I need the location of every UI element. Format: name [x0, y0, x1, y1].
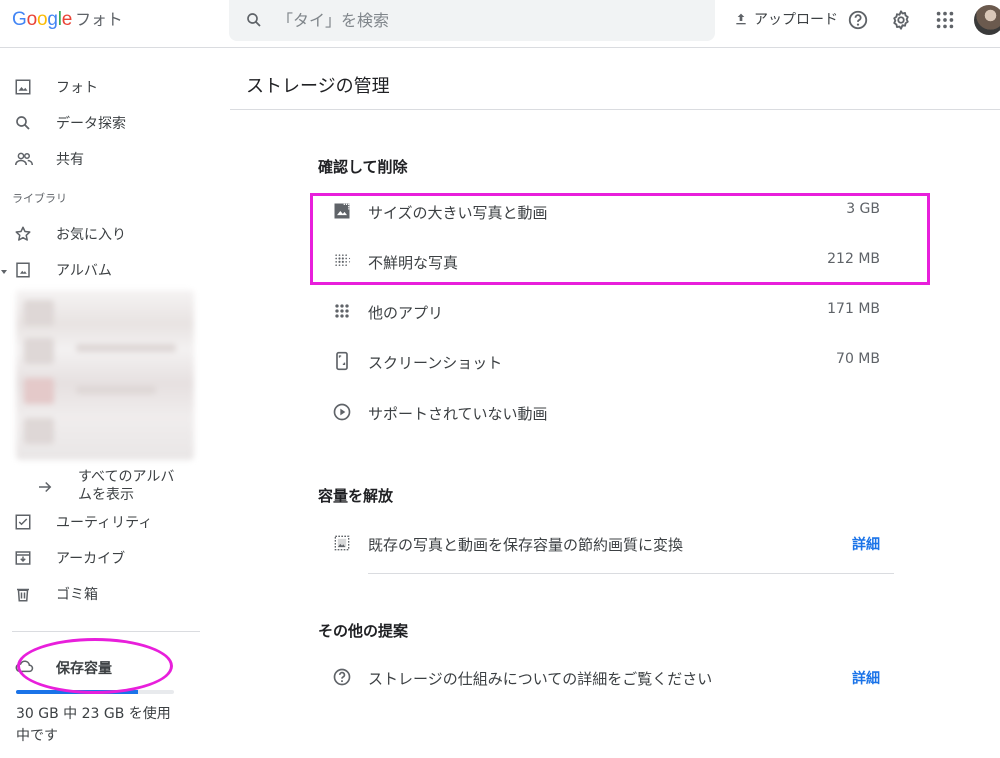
- title-divider: [230, 109, 1000, 110]
- sidebar-item-utilities[interactable]: ユーティリティ: [0, 507, 210, 537]
- sidebar-item-trash[interactable]: ゴミ箱: [0, 579, 210, 609]
- sidebar-item-label: ユーティリティ: [56, 515, 153, 531]
- upload-button[interactable]: アップロード: [733, 9, 838, 29]
- album-list-blurred[interactable]: [16, 290, 194, 460]
- page-title: ストレージの管理: [246, 76, 390, 97]
- apps-grid-icon: [332, 301, 352, 321]
- annotation-oval: [17, 638, 173, 694]
- search-box[interactable]: [229, 0, 715, 41]
- play-circle-icon: [332, 402, 352, 422]
- trash-icon: [14, 585, 32, 603]
- annotation-rectangle: [310, 193, 930, 285]
- review-section-heading: 確認して削除: [318, 158, 408, 176]
- row-label: サポートされていない動画: [368, 405, 548, 423]
- sidebar-item-label: アーカイブ: [56, 551, 126, 567]
- screenshot-icon: [332, 351, 352, 371]
- row-divider: [368, 573, 894, 574]
- row-label: スクリーンショット: [368, 354, 503, 372]
- people-icon: [14, 150, 34, 168]
- album-icon: [14, 261, 32, 279]
- row-size: 70 MB: [836, 351, 880, 367]
- storage-info-row[interactable]: ストレージの仕組みについての詳細をご覧ください 詳細: [330, 659, 882, 699]
- details-link[interactable]: 詳細: [852, 534, 880, 554]
- search-icon: [14, 114, 32, 132]
- sidebar-divider: [12, 631, 200, 632]
- product-name: フォト: [75, 12, 123, 29]
- upload-label: アップロード: [754, 12, 838, 28]
- library-section-label: ライブラリ: [12, 192, 67, 205]
- sidebar-item-label: お気に入り: [56, 227, 126, 243]
- search-input[interactable]: [277, 6, 697, 34]
- logo-letter: o: [26, 9, 38, 30]
- google-photos-logo[interactable]: Google フォト: [12, 6, 123, 31]
- sidebar-item-sharing[interactable]: 共有: [0, 144, 210, 174]
- details-link[interactable]: 詳細: [852, 668, 880, 688]
- compress-photo-icon: [332, 533, 352, 553]
- star-icon: [14, 225, 32, 243]
- help-icon: [332, 667, 352, 687]
- show-all-albums-link[interactable]: すべてのアルバムを表示: [36, 467, 186, 507]
- account-avatar[interactable]: [974, 5, 1000, 35]
- logo-letter: G: [12, 9, 27, 30]
- apps-grid-icon[interactable]: [934, 9, 956, 31]
- free-space-section-heading: 容量を解放: [318, 487, 394, 505]
- logo-letter: o: [36, 9, 48, 30]
- sidebar-item-label: ゴミ箱: [56, 587, 98, 603]
- help-icon[interactable]: [847, 9, 869, 31]
- photo-icon: [14, 78, 32, 96]
- row-label: 他のアプリ: [368, 304, 444, 322]
- storage-usage-text: 30 GB 中 23 GB を使用中です: [16, 706, 171, 744]
- sidebar-item-explore[interactable]: データ探索: [0, 108, 210, 138]
- sidebar-item-label: 共有: [56, 152, 84, 168]
- convert-quality-row[interactable]: 既存の写真と動画を保存容量の節約画質に変換 詳細: [330, 525, 882, 565]
- screenshots-row[interactable]: スクリーンショット 70 MB: [330, 343, 882, 383]
- row-size: 171 MB: [827, 301, 880, 317]
- logo-letter: g: [47, 9, 58, 30]
- sidebar-item-albums[interactable]: アルバム: [0, 255, 210, 285]
- upload-icon: [733, 11, 749, 27]
- sidebar-item-favorites[interactable]: お気に入り: [0, 219, 210, 249]
- sidebar-item-label: アルバム: [56, 263, 112, 279]
- top-bar: Googleフォト アップロード: [0, 0, 1000, 48]
- row-label: ストレージの仕組みについての詳細をご覧ください: [368, 670, 713, 688]
- row-label: 既存の写真と動画を保存容量の節約画質に変換: [368, 536, 684, 554]
- arrow-right-icon: [36, 478, 54, 496]
- logo-letter: e: [61, 9, 73, 30]
- search-icon[interactable]: [245, 11, 263, 29]
- unsupported-videos-row[interactable]: サポートされていない動画: [330, 394, 882, 434]
- archive-icon: [14, 549, 32, 567]
- utilities-icon: [14, 513, 32, 531]
- sidebar-item-label: データ探索: [56, 116, 126, 132]
- sidebar-item-label: フォト: [56, 80, 98, 96]
- sidebar-item-photos[interactable]: フォト: [0, 72, 210, 102]
- other-suggestions-heading: その他の提案: [318, 622, 409, 640]
- sidebar-item-archive[interactable]: アーカイブ: [0, 543, 210, 573]
- settings-gear-icon[interactable]: [890, 9, 912, 31]
- other-apps-row[interactable]: 他のアプリ 171 MB: [330, 293, 882, 333]
- show-all-albums-label: すべてのアルバムを表示: [78, 469, 175, 503]
